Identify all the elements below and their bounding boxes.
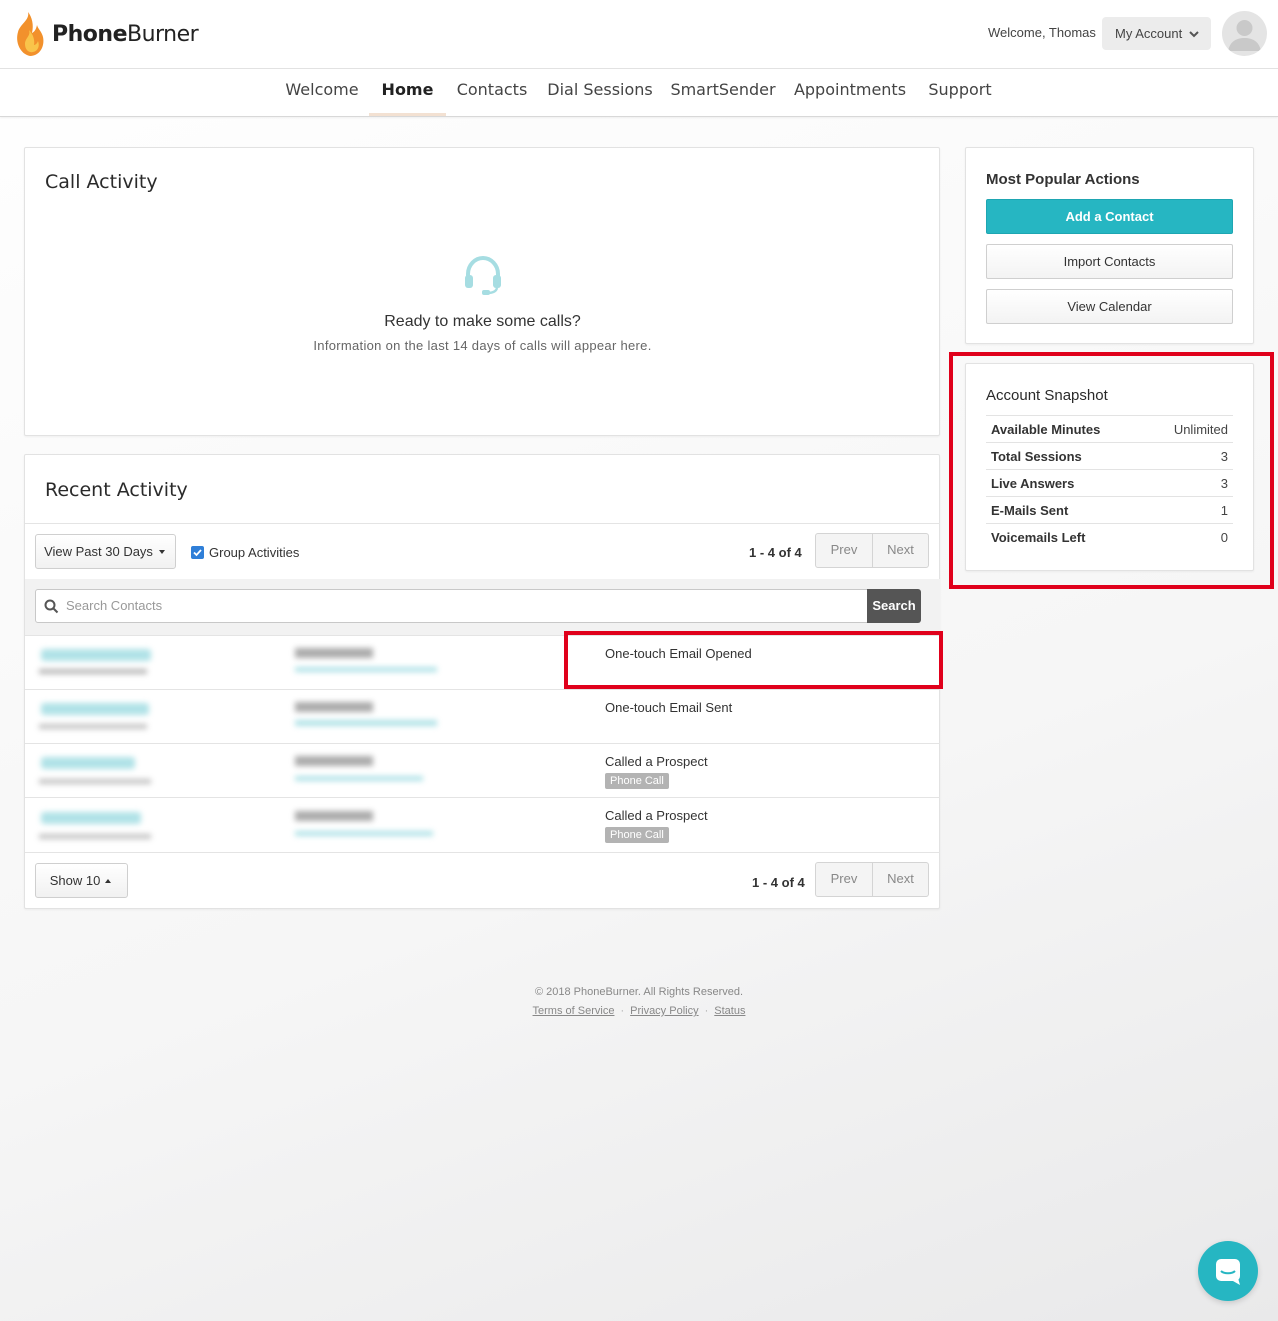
search-placeholder: Search Contacts (66, 598, 163, 613)
contact-phone (295, 648, 373, 658)
prev-button[interactable]: Prev (816, 863, 872, 896)
next-button[interactable]: Next (872, 534, 928, 567)
divider (25, 852, 940, 853)
chat-launcher[interactable] (1198, 1241, 1258, 1301)
separator: · (620, 1005, 625, 1017)
search-bar: Search Contacts Search (25, 579, 940, 635)
date-range-button[interactable]: View Past 30 Days (35, 534, 176, 569)
contact-email[interactable] (295, 776, 423, 781)
main-nav: Welcome Home Contacts Dial Sessions Smar… (0, 69, 1278, 117)
phone-call-badge: Phone Call (605, 827, 669, 843)
group-activities-checkbox[interactable] (191, 546, 204, 559)
call-activity-panel: Call Activity Ready to make some calls? … (24, 147, 940, 436)
contact-phone (295, 702, 373, 712)
table-row[interactable]: Called a Prospect Phone Call (25, 797, 940, 852)
view-calendar-button[interactable]: View Calendar (986, 289, 1233, 324)
nav-welcome[interactable]: Welcome (281, 69, 363, 116)
group-activities-label: Group Activities (209, 545, 300, 560)
table-row[interactable]: One-touch Email Sent (25, 689, 940, 743)
contact-name[interactable] (41, 703, 149, 715)
result-count-bottom: 1 - 4 of 4 (752, 875, 805, 890)
search-icon (44, 599, 59, 614)
nav-contacts[interactable]: Contacts (453, 69, 531, 116)
import-contacts-button[interactable]: Import Contacts (986, 244, 1233, 279)
contact-email[interactable] (295, 831, 433, 836)
empty-state-heading: Ready to make some calls? (384, 313, 581, 330)
activity-label: Called a Prospect (605, 808, 708, 823)
user-avatar[interactable] (1222, 11, 1267, 56)
nav-dial-sessions[interactable]: Dial Sessions (545, 69, 655, 116)
contact-email[interactable] (295, 667, 437, 672)
flame-logo-icon (17, 12, 44, 56)
popular-actions-title: Most Popular Actions (986, 171, 1140, 188)
pagination-top: Prev Next (815, 533, 929, 568)
empty-state-text: Information on the last 14 days of calls… (313, 338, 652, 353)
activity-date (39, 724, 147, 729)
activity-date (39, 779, 151, 784)
phone-call-badge: Phone Call (605, 773, 669, 789)
divider (25, 523, 940, 524)
table-row[interactable]: Called a Prospect Phone Call (25, 743, 940, 797)
caret-up-icon (105, 878, 112, 883)
contact-name[interactable] (41, 812, 141, 824)
contact-name[interactable] (41, 757, 135, 769)
activity-date (39, 834, 151, 839)
contact-phone (295, 756, 373, 766)
email-opened-highlight-box (564, 631, 943, 689)
logo[interactable]: PhoneBurner (10, 10, 199, 58)
chevron-down-icon (1189, 30, 1199, 37)
nav-appointments[interactable]: Appointments (792, 69, 908, 116)
contact-name[interactable] (41, 649, 151, 661)
call-activity-title: Call Activity (45, 171, 158, 193)
activity-label: One-touch Email Sent (605, 700, 733, 715)
caret-down-icon (158, 549, 165, 554)
status-link[interactable]: Status (714, 1005, 745, 1017)
welcome-text: Welcome, Thomas (988, 25, 1096, 40)
search-button[interactable]: Search (867, 589, 921, 623)
headset-icon (465, 255, 501, 295)
add-contact-button[interactable]: Add a Contact (986, 199, 1233, 234)
contact-email[interactable] (295, 720, 437, 726)
activity-label: Called a Prospect (605, 754, 708, 769)
next-button[interactable]: Next (872, 863, 928, 896)
user-avatar-icon (1228, 20, 1261, 51)
terms-link[interactable]: Terms of Service (533, 1005, 615, 1017)
nav-support[interactable]: Support (924, 69, 996, 116)
show-count-label: Show 10 (49, 873, 101, 888)
footer-copyright: © 2018 PhoneBurner. All Rights Reserved. (534, 986, 744, 998)
recent-activity-title: Recent Activity (45, 479, 188, 501)
prev-button[interactable]: Prev (816, 534, 872, 567)
separator: · (704, 1005, 709, 1017)
result-count-top: 1 - 4 of 4 (749, 545, 802, 560)
my-account-button[interactable]: My Account (1102, 17, 1211, 50)
show-count-button[interactable]: Show 10 (35, 863, 128, 898)
contact-phone (295, 811, 373, 821)
top-bar: PhoneBurner Welcome, Thomas My Account (0, 0, 1278, 69)
search-input[interactable]: Search Contacts (35, 589, 868, 623)
activity-date (39, 669, 147, 674)
privacy-link[interactable]: Privacy Policy (630, 1005, 698, 1017)
chat-icon (1216, 1259, 1240, 1285)
checkbox-icon (193, 549, 202, 557)
brand-name: PhoneBurner (52, 21, 199, 47)
snapshot-highlight-box (949, 352, 1274, 589)
my-account-label: My Account (1115, 26, 1183, 41)
nav-home[interactable]: Home (369, 69, 446, 116)
pagination-bottom: Prev Next (815, 862, 929, 897)
popular-actions-panel: Most Popular Actions Add a Contact Impor… (965, 147, 1254, 344)
nav-smartsender[interactable]: SmartSender (668, 69, 778, 116)
footer-links: Terms of Service · Privacy Policy · Status (0, 1005, 1278, 1017)
date-range-label: View Past 30 Days (44, 544, 153, 559)
